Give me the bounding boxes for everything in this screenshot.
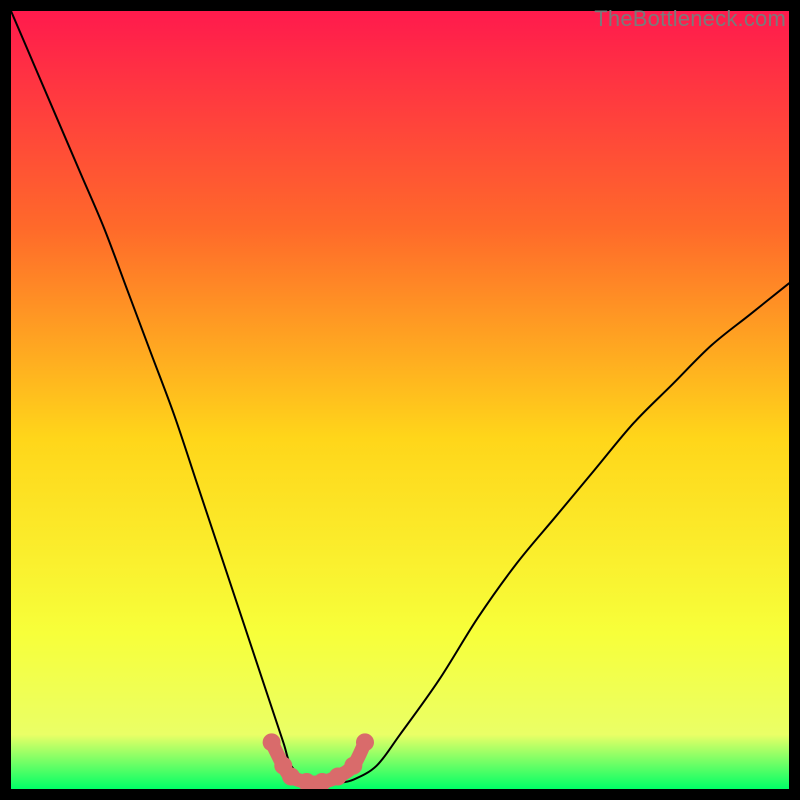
optimal-zone-marker — [282, 768, 300, 786]
bottleneck-plot — [11, 11, 789, 789]
gradient-background — [11, 11, 789, 789]
chart-frame: TheBottleneck.com — [0, 0, 800, 800]
optimal-zone-marker — [329, 768, 347, 786]
optimal-zone-marker — [263, 733, 281, 751]
optimal-zone-marker — [344, 757, 362, 775]
optimal-zone-marker — [356, 733, 374, 751]
watermark-text: TheBottleneck.com — [594, 6, 786, 32]
